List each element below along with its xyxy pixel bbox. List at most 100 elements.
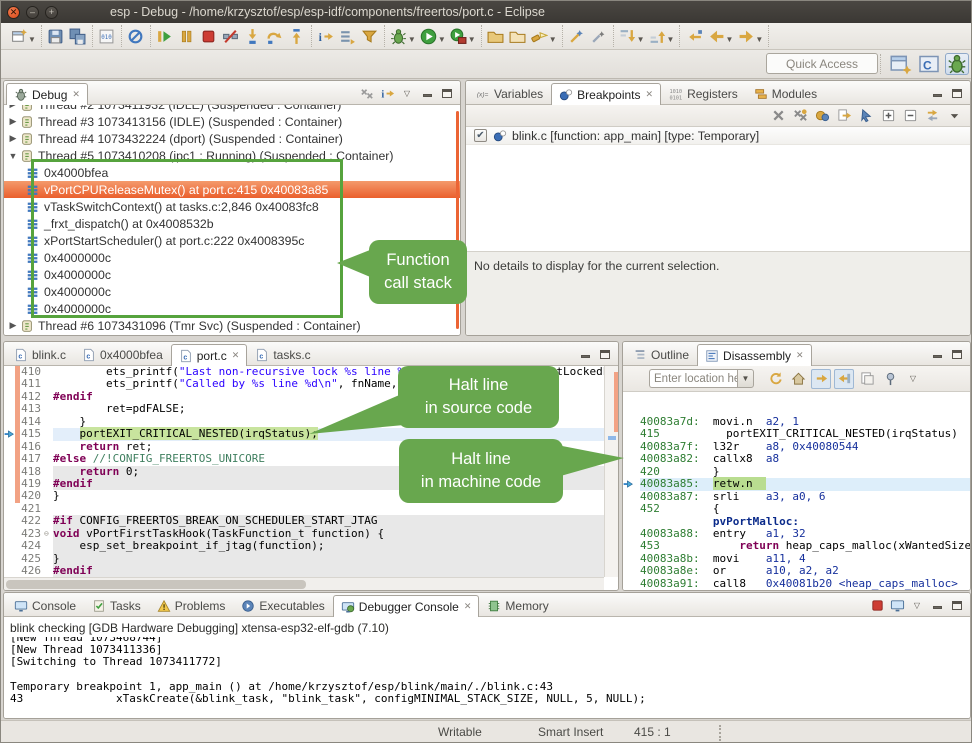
thread-icon[interactable] bbox=[20, 115, 34, 129]
minimize-icon[interactable] bbox=[927, 595, 947, 615]
previous-annotation-dropdown-icon[interactable]: ▼ bbox=[667, 35, 675, 44]
tab-disassembly[interactable]: Disassembly✕ bbox=[697, 344, 812, 366]
debug-tree-row[interactable]: ▶Thread #4 1073432224 (dport) (Suspended… bbox=[4, 130, 460, 147]
suspend-icon[interactable] bbox=[176, 25, 198, 47]
stack-frame-icon[interactable] bbox=[26, 183, 40, 197]
terminate-icon[interactable] bbox=[198, 25, 220, 47]
tree-collapsed-icon[interactable]: ▶ bbox=[8, 105, 18, 110]
cfile-icon[interactable]: c bbox=[82, 348, 96, 362]
editor-horizontal-scrollbar[interactable] bbox=[4, 577, 604, 590]
variables-icon[interactable]: (x)= bbox=[476, 87, 490, 101]
modules-icon[interactable] bbox=[754, 87, 768, 101]
follow-pc-icon[interactable] bbox=[811, 369, 831, 389]
cfile-icon[interactable]: c bbox=[255, 348, 269, 362]
view-menu-icon[interactable]: ▽ bbox=[397, 83, 417, 103]
go-to-file-icon[interactable] bbox=[834, 106, 854, 126]
open-type-icon[interactable] bbox=[485, 25, 507, 47]
sync-selection-icon[interactable] bbox=[834, 369, 854, 389]
problems-icon[interactable] bbox=[157, 599, 171, 613]
debug-scrollbar[interactable] bbox=[456, 111, 459, 329]
minimize-window-icon[interactable]: – bbox=[26, 6, 39, 19]
tasks-icon[interactable] bbox=[92, 599, 106, 613]
debug-tree-row[interactable]: xPortStartScheduler() at port.c:222 0x40… bbox=[4, 232, 460, 249]
new-wizard-icon[interactable] bbox=[8, 25, 30, 47]
refresh-icon[interactable] bbox=[765, 369, 785, 389]
tab-debug[interactable]: Debug✕ bbox=[6, 83, 88, 105]
tab-close-icon[interactable]: ✕ bbox=[646, 89, 654, 100]
debug-tree-row[interactable]: ▶Thread #2 1073411932 (IDLE) (Suspended … bbox=[4, 105, 460, 113]
stack-frame-icon[interactable] bbox=[26, 251, 40, 265]
terminate-icon[interactable] bbox=[867, 595, 887, 615]
skip-all-breakpoints-small-icon[interactable] bbox=[856, 106, 876, 126]
previous-annotation-icon[interactable] bbox=[647, 25, 669, 47]
minimize-icon[interactable] bbox=[575, 344, 595, 364]
view-menu-icon[interactable] bbox=[944, 106, 964, 126]
disconnect-icon[interactable] bbox=[220, 25, 242, 47]
open-perspective-button[interactable] bbox=[889, 53, 913, 75]
debug-tree-row[interactable]: ▼Thread #5 1073410208 (ipc1 : Running) (… bbox=[4, 147, 460, 164]
editor-line[interactable]: 411 ets_printf("Called by %s line %d\n",… bbox=[4, 378, 618, 390]
debug-dropdown-icon[interactable]: ▼ bbox=[408, 35, 416, 44]
maximize-icon[interactable] bbox=[947, 344, 967, 364]
view-menu-icon[interactable]: ▽ bbox=[903, 369, 923, 389]
back-icon[interactable] bbox=[705, 25, 727, 47]
thread-icon[interactable] bbox=[20, 319, 34, 333]
instruction-stepping-icon[interactable]: i bbox=[315, 25, 337, 47]
skip-all-breakpoints-icon[interactable] bbox=[125, 25, 147, 47]
instruction-stepping-mode-icon[interactable]: i bbox=[377, 83, 397, 103]
debug-tree-row[interactable]: vPortCPUReleaseMutex() at port.c:415 0x4… bbox=[4, 181, 460, 198]
debug-tree-row[interactable]: 0x4000000c bbox=[4, 300, 460, 317]
save-all-icon[interactable] bbox=[67, 25, 89, 47]
use-step-filters-icon[interactable] bbox=[359, 25, 381, 47]
remove-selected-icon[interactable] bbox=[768, 106, 788, 126]
tab-blink-c[interactable]: cblink.c bbox=[6, 343, 74, 365]
tree-collapsed-icon[interactable]: ▶ bbox=[8, 133, 18, 144]
maximize-icon[interactable] bbox=[947, 595, 967, 615]
tab-registers[interactable]: 10100101Registers bbox=[661, 82, 746, 104]
ruler-mark-changes[interactable] bbox=[614, 372, 618, 432]
minimize-icon[interactable] bbox=[417, 83, 437, 103]
console-menu-icon[interactable]: ▽ bbox=[907, 595, 927, 615]
tree-expanded-icon[interactable]: ▼ bbox=[8, 151, 18, 161]
location-dropdown-icon[interactable]: ▼ bbox=[737, 369, 754, 388]
tab-console[interactable]: Console bbox=[6, 594, 84, 616]
tab-tasks-c[interactable]: ctasks.c bbox=[247, 343, 318, 365]
run-dropdown-icon[interactable]: ▼ bbox=[438, 35, 446, 44]
tab-executables[interactable]: Executables bbox=[233, 594, 332, 616]
debug-tree-row[interactable]: vTaskSwitchContext() at tasks.c:2,846 0x… bbox=[4, 198, 460, 215]
minimize-icon[interactable] bbox=[927, 83, 947, 103]
disasm-icon[interactable] bbox=[705, 349, 719, 363]
step-into-icon[interactable] bbox=[242, 25, 264, 47]
maximize-icon[interactable] bbox=[947, 83, 967, 103]
stack-frame-icon[interactable] bbox=[26, 166, 40, 180]
debug-tree-row[interactable]: 0x4000000c bbox=[4, 283, 460, 300]
remove-all-terminated-icon[interactable] bbox=[357, 83, 377, 103]
editor-line[interactable]: 425} bbox=[4, 553, 618, 565]
maximize-icon[interactable] bbox=[437, 83, 457, 103]
debug-tree-row[interactable]: 0x4000bfea bbox=[4, 164, 460, 181]
tab-outline[interactable]: Outline bbox=[625, 343, 697, 365]
back-dropdown-icon[interactable]: ▼ bbox=[725, 35, 733, 44]
stack-frame-icon[interactable] bbox=[26, 268, 40, 282]
home-icon[interactable] bbox=[788, 369, 808, 389]
remove-all-icon[interactable] bbox=[790, 106, 810, 126]
debug-tree-row[interactable]: ▶Thread #3 1073413156 (IDLE) (Suspended … bbox=[4, 113, 460, 130]
editor-line[interactable]: 424 esp_set_breakpoint_if_jtag(function)… bbox=[4, 540, 618, 552]
tab-0x4000bfea[interactable]: c0x4000bfea bbox=[74, 343, 171, 365]
fold-marker[interactable]: ⊖ bbox=[44, 528, 53, 540]
console-icon[interactable] bbox=[14, 599, 28, 613]
open-resource-icon[interactable] bbox=[507, 25, 529, 47]
show-breakpoints-for-icon[interactable] bbox=[812, 106, 832, 126]
editor-line[interactable]: 418 return 0; bbox=[4, 466, 618, 478]
thread-icon[interactable] bbox=[20, 149, 34, 163]
stack-frame-icon[interactable] bbox=[26, 217, 40, 231]
cpp-perspective-button[interactable]: C bbox=[917, 53, 941, 75]
stack-frame-icon[interactable] bbox=[26, 285, 40, 299]
forward-dropdown-icon[interactable]: ▼ bbox=[755, 35, 763, 44]
close-window-icon[interactable]: ✕ bbox=[7, 6, 20, 19]
editor-line[interactable]: 413 ret=pdFALSE; bbox=[4, 403, 618, 415]
tab-tasks[interactable]: Tasks bbox=[84, 594, 149, 616]
breakpoint-checkbox[interactable]: ✔ bbox=[474, 129, 487, 142]
maximize-icon[interactable] bbox=[595, 344, 615, 364]
tree-collapsed-icon[interactable]: ▶ bbox=[8, 320, 18, 331]
